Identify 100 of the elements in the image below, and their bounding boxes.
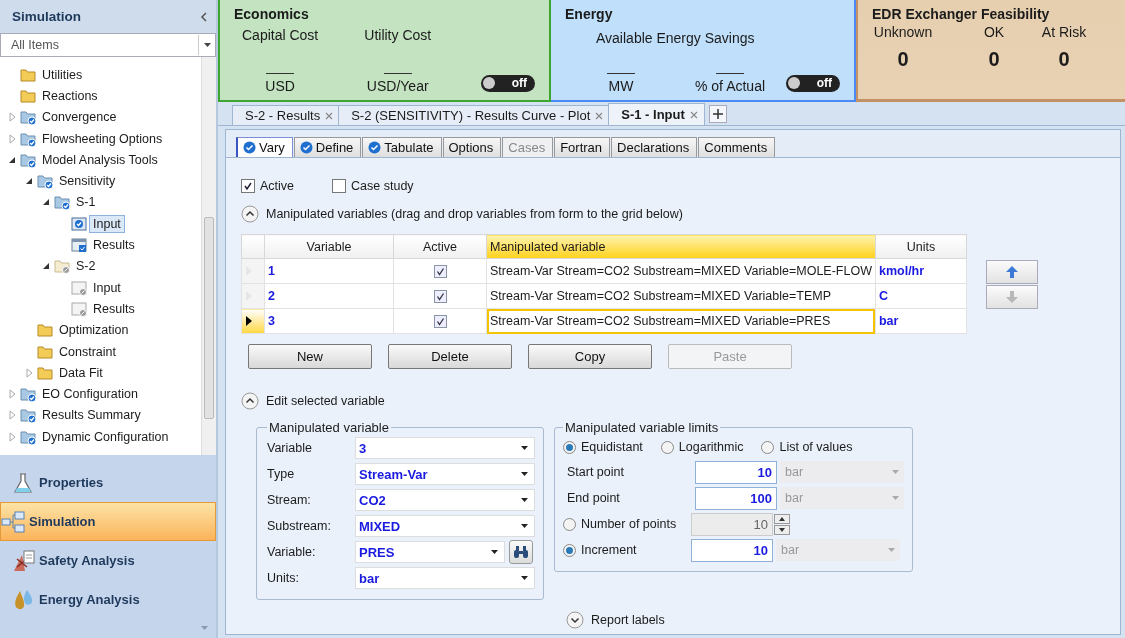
tree-item[interactable]: Model Analysis Tools (38, 150, 162, 169)
tree-item[interactable]: S-2 (72, 257, 100, 276)
radio-button[interactable] (563, 543, 576, 557)
dropdown-arrow-icon (521, 472, 528, 476)
dropdown-arrow-icon[interactable] (201, 626, 208, 630)
table-cell: kmol/hr (875, 258, 967, 284)
radio-button[interactable] (761, 440, 775, 454)
tree-item[interactable]: Flowsheeting Options (38, 129, 167, 148)
dropdown-field[interactable]: PRES (355, 541, 505, 563)
table-cell: 3 (264, 308, 394, 334)
dropdown-field[interactable]: MIXED (355, 515, 535, 537)
action-button[interactable]: New (248, 344, 372, 369)
tree-item[interactable]: Utilities (38, 65, 87, 84)
tree-item[interactable]: Sensitivity (55, 172, 120, 191)
field-label: Increment (581, 543, 637, 557)
close-icon[interactable] (595, 111, 604, 120)
tree-item[interactable]: Optimization (55, 321, 133, 340)
column-header[interactable]: Variable (264, 234, 394, 259)
panel-title: EDR Exchanger Feasibility (872, 6, 1051, 22)
checkbox[interactable] (332, 179, 347, 193)
toggle-switch[interactable]: off (786, 74, 840, 92)
empty-value-line (716, 72, 744, 74)
document-tab[interactable]: S-2 (SENSITIVITY) - Results Curve - Plot (338, 105, 611, 125)
document-tab[interactable]: S-1 - Input (608, 103, 705, 125)
radio-button[interactable] (563, 440, 576, 454)
folder-check-icon (20, 428, 36, 445)
group-title: Manipulated variable limits (564, 420, 720, 435)
tree-item[interactable]: Input (89, 214, 125, 233)
nav-item[interactable]: Simulation (0, 502, 216, 541)
form-tab[interactable]: Define (293, 137, 362, 157)
count-label: Unknown (873, 24, 933, 40)
input-field[interactable]: 10 (695, 460, 777, 484)
tree-item[interactable]: Dynamic Configuration (38, 427, 173, 446)
tree-item[interactable]: Convergence (38, 108, 121, 127)
collapse-icon[interactable] (200, 11, 208, 22)
form-tab[interactable]: Comments (698, 137, 776, 157)
field-label: Type (267, 467, 296, 481)
tree-item[interactable]: Reactions (38, 86, 102, 105)
tree-item[interactable]: Results Summary (38, 406, 145, 425)
column-header[interactable]: Active (393, 234, 487, 259)
radio-label: Equidistant (581, 440, 643, 454)
checkbox[interactable] (433, 314, 447, 328)
form-tab[interactable]: Options (442, 137, 502, 157)
expand-chevron-icon[interactable] (566, 611, 584, 629)
input-field[interactable]: 10 (691, 538, 773, 562)
field-label: Number of points (581, 517, 677, 531)
flask-icon (11, 470, 35, 495)
form-tab[interactable]: Tabulate (362, 137, 442, 157)
form-tab[interactable]: Vary (236, 137, 293, 157)
folder-check-icon (20, 109, 36, 126)
toggle-switch[interactable]: off (481, 74, 535, 92)
dropdown-field[interactable]: Stream-Var (355, 463, 535, 485)
dropdown-arrow-icon (892, 496, 899, 500)
tree-item[interactable]: S-1 (72, 193, 100, 212)
search-button[interactable] (509, 540, 533, 564)
move-up-button[interactable] (985, 259, 1038, 284)
metric-unit: MW (608, 77, 634, 94)
count-label: At Risk (1041, 24, 1087, 40)
close-icon[interactable] (689, 110, 698, 119)
checkbox[interactable] (433, 264, 447, 278)
radio-button[interactable] (660, 440, 674, 454)
tree-item[interactable]: Results (89, 236, 139, 254)
nav-item[interactable]: Properties (0, 463, 216, 502)
input-field[interactable]: 10 (691, 512, 773, 536)
collapse-chevron-icon[interactable] (241, 392, 259, 410)
dropdown-field[interactable]: 3 (355, 437, 535, 459)
table-cell: 2 (264, 283, 394, 309)
new-tab-button[interactable] (708, 105, 727, 123)
filter-dropdown[interactable]: All Items (0, 33, 216, 57)
panel-title: Energy (565, 6, 614, 22)
spinner[interactable] (774, 513, 790, 535)
action-button[interactable]: Delete (388, 344, 512, 369)
dropdown-field[interactable]: bar (355, 567, 535, 589)
input-field[interactable]: 100 (695, 486, 777, 510)
tree-item[interactable]: Results (89, 299, 139, 318)
dropdown-field[interactable]: CO2 (355, 489, 535, 511)
column-header[interactable]: Manipulated variable (486, 234, 876, 259)
count-value: 0 (1058, 48, 1070, 71)
panel-title: Economics (234, 6, 310, 22)
form-tab[interactable]: Declarations (611, 137, 698, 157)
collapse-chevron-icon[interactable] (241, 205, 259, 223)
metric-label: Available Energy Savings (596, 30, 755, 46)
tree-item[interactable]: Data Fit (55, 363, 107, 382)
nav-item[interactable]: Safety Analysis (0, 541, 216, 580)
column-header[interactable]: Units (875, 234, 967, 259)
scrollbar[interactable] (201, 57, 216, 455)
row-header[interactable] (241, 308, 265, 334)
close-icon[interactable] (325, 111, 334, 120)
count-value: 0 (988, 48, 1000, 71)
action-button[interactable]: Copy (528, 344, 652, 369)
nav-item[interactable]: Energy Analysis (0, 580, 216, 619)
radio-button[interactable] (563, 517, 576, 531)
tree-item[interactable]: Constraint (55, 342, 120, 361)
document-tab[interactable]: S-2 - Results (232, 105, 341, 125)
tree-item[interactable]: EO Configuration (38, 385, 142, 404)
checkbox[interactable] (433, 289, 447, 303)
dropdown-arrow-icon (521, 576, 528, 580)
checkbox[interactable] (241, 179, 255, 193)
tree-item[interactable]: Input (89, 278, 125, 297)
form-tab[interactable]: Fortran (554, 137, 611, 157)
